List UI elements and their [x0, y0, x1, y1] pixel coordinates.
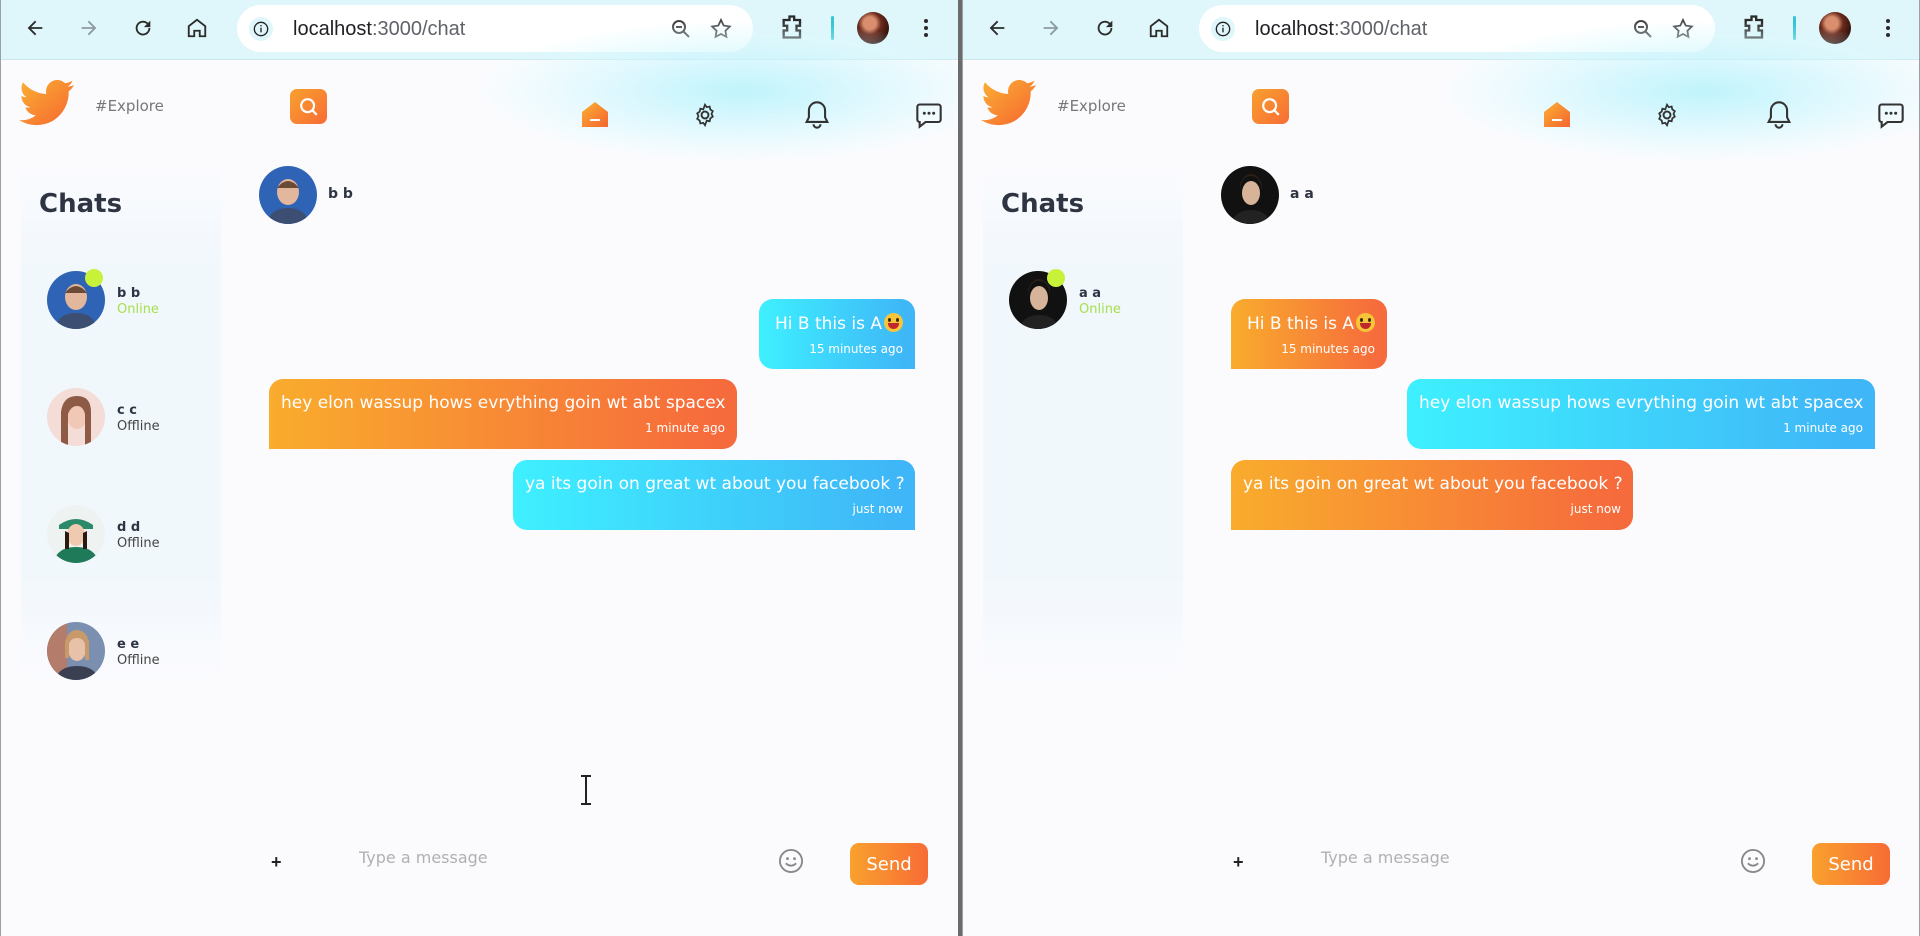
message-bubble-sent: hey elon wassup hows evrything goin wt a… [1407, 379, 1875, 449]
message-bubble-sent: Hi B this is A 15 minutes ago [759, 299, 915, 369]
avatar [47, 622, 105, 680]
contact-name: d d [117, 520, 141, 535]
header-glow [481, 21, 959, 161]
contact-status: Offline [117, 536, 160, 551]
url-host: localhost [293, 18, 372, 40]
emoji-picker-icon[interactable] [1739, 847, 1767, 875]
chats-title: Chats [1001, 189, 1085, 219]
search-button[interactable] [290, 89, 327, 124]
back-icon[interactable] [983, 14, 1011, 42]
url-text: localhost:3000/chat [1255, 18, 1427, 41]
menu-icon[interactable] [918, 14, 934, 42]
grinning-emoji-icon [1356, 313, 1375, 332]
message-body: Hi B this is A [774, 314, 882, 334]
browser-window-right: localhost:3000/chat #Explore Chats a a O… [962, 0, 1920, 936]
url-host: localhost [1255, 18, 1334, 40]
home-nav-icon[interactable] [581, 101, 609, 127]
message-text: hey elon wassup hows evrything goin wt a… [281, 393, 726, 413]
chats-title: Chats [39, 189, 123, 219]
grinning-emoji-icon [884, 313, 903, 332]
chat-list-item[interactable]: a a Online [1009, 269, 1179, 331]
forward-icon[interactable] [1037, 14, 1065, 42]
settings-gear-icon[interactable] [1651, 99, 1683, 131]
app: #Explore Chats b b Online c c Offline d … [1, 21, 959, 936]
message-time: just now [852, 502, 903, 516]
message-text: hey elon wassup hows evrything goin wt a… [1419, 393, 1864, 413]
screen: localhost:3000/chat #Explore Chats b b O… [0, 0, 1920, 936]
home-icon[interactable] [183, 14, 211, 42]
explore-label[interactable]: #Explore [1057, 97, 1126, 115]
notifications-bell-icon[interactable] [1763, 99, 1795, 131]
menu-icon[interactable] [1880, 14, 1896, 42]
message-input[interactable] [1321, 840, 1711, 874]
message-text: ya its goin on great wt about you facebo… [525, 474, 905, 494]
text-cursor-icon [579, 775, 593, 805]
explore-label[interactable]: #Explore [95, 97, 164, 115]
chat-list-item[interactable]: c c Offline [47, 388, 217, 448]
message-bubble-received: ya its goin on great wt about you facebo… [1231, 460, 1633, 530]
chat-list-item[interactable]: b b Online [47, 269, 217, 331]
contact-status: Online [117, 302, 159, 317]
search-icon [1261, 97, 1280, 116]
twitter-logo-icon[interactable] [19, 79, 75, 126]
conversation-avatar[interactable] [259, 166, 317, 224]
conversation-name: b b [328, 186, 353, 202]
send-button[interactable]: Send [850, 843, 928, 885]
url-path: :3000/chat [371, 18, 466, 40]
message-time: just now [1570, 502, 1621, 516]
chat-list-item[interactable]: e e Offline [47, 622, 217, 682]
search-icon [299, 97, 318, 116]
home-icon[interactable] [1145, 14, 1173, 42]
reload-icon[interactable] [129, 14, 157, 42]
chats-sidebar [983, 161, 1183, 681]
settings-gear-icon[interactable] [689, 99, 721, 131]
contact-name: e e [117, 637, 140, 652]
message-time: 15 minutes ago [809, 342, 903, 356]
conversation-name: a a [1290, 186, 1314, 202]
message-time: 1 minute ago [1783, 421, 1863, 435]
send-button[interactable]: Send [1812, 843, 1890, 885]
contact-status: Online [1079, 302, 1121, 317]
conversation-avatar[interactable] [1221, 166, 1279, 224]
home-nav-icon[interactable] [1543, 101, 1571, 127]
online-indicator [85, 269, 103, 287]
message-text: Hi B this is A [771, 313, 903, 334]
contact-name: b b [117, 286, 141, 301]
message-text: Hi B this is A [1243, 313, 1375, 334]
contact-status: Offline [117, 419, 160, 434]
message-bubble-received: hey elon wassup hows evrything goin wt a… [269, 379, 737, 449]
contact-name: a a [1079, 286, 1102, 301]
emoji-picker-icon[interactable] [777, 847, 805, 875]
messages-chat-icon[interactable] [913, 99, 945, 131]
contact-name: c c [117, 403, 137, 418]
url-path: :3000/chat [1333, 18, 1428, 40]
app: #Explore Chats a a Online a a Hi B this … [963, 21, 1919, 936]
avatar [47, 505, 105, 563]
message-input[interactable] [359, 840, 749, 874]
header-glow [1443, 21, 1919, 161]
search-button[interactable] [1252, 89, 1289, 124]
site-info-icon[interactable] [249, 17, 273, 41]
message-time: 15 minutes ago [1281, 342, 1375, 356]
forward-icon[interactable] [75, 14, 103, 42]
attach-plus-button[interactable]: + [271, 852, 282, 873]
notifications-bell-icon[interactable] [801, 99, 833, 131]
avatar [47, 388, 105, 446]
message-text: ya its goin on great wt about you facebo… [1243, 474, 1623, 494]
message-bubble-sent: ya its goin on great wt about you facebo… [513, 460, 915, 530]
back-icon[interactable] [21, 14, 49, 42]
message-time: 1 minute ago [645, 421, 725, 435]
online-indicator [1047, 269, 1065, 287]
site-info-icon[interactable] [1211, 17, 1235, 41]
message-bubble-received: Hi B this is A 15 minutes ago [1231, 299, 1387, 369]
twitter-logo-icon[interactable] [981, 79, 1037, 126]
attach-plus-button[interactable]: + [1233, 852, 1244, 873]
contact-status: Offline [117, 653, 160, 668]
url-text: localhost:3000/chat [293, 18, 465, 41]
chat-list-item[interactable]: d d Offline [47, 505, 217, 565]
message-body: Hi B this is A [1246, 314, 1354, 334]
messages-chat-icon[interactable] [1875, 99, 1907, 131]
browser-window-left: localhost:3000/chat #Explore Chats b b O… [0, 0, 960, 936]
reload-icon[interactable] [1091, 14, 1119, 42]
